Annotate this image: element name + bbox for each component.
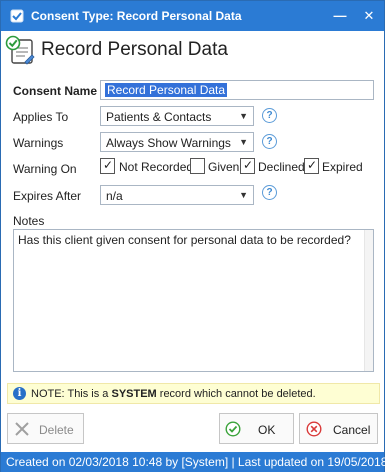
given-checkbox[interactable]	[190, 158, 205, 174]
window-title: Consent Type: Record Personal Data	[31, 9, 242, 23]
expires-after-dropdown[interactable]: n/a ▼	[100, 185, 254, 205]
ok-button[interactable]: OK	[219, 413, 294, 444]
title-bar[interactable]: Consent Type: Record Personal Data — ✕	[1, 1, 384, 31]
not-recorded-checkbox[interactable]: ✓	[100, 158, 115, 174]
notice-emphasis: SYSTEM	[111, 388, 157, 400]
consent-name-value: Record Personal Data	[105, 83, 228, 97]
close-button[interactable]: ✕	[354, 1, 384, 31]
not-recorded-label: Not Recorded	[119, 160, 194, 174]
system-record-notice: i NOTE: This is a SYSTEM record which ca…	[7, 383, 380, 404]
ok-button-label: OK	[258, 423, 276, 437]
notes-label: Notes	[13, 214, 45, 228]
delete-x-icon	[14, 421, 30, 440]
declined-label: Declined	[258, 160, 305, 174]
expires-after-value: n/a	[106, 189, 123, 203]
chevron-down-icon: ▼	[239, 190, 248, 200]
applies-to-label: Applies To	[13, 110, 69, 124]
consent-document-icon	[5, 35, 35, 68]
check-circle-icon	[225, 421, 241, 440]
applies-to-dropdown[interactable]: Patients & Contacts ▼	[100, 106, 254, 126]
notes-textarea[interactable]: Has this client given consent for person…	[13, 229, 374, 372]
delete-button-label: Delete	[39, 423, 74, 437]
given-label: Given	[208, 160, 240, 174]
notes-scrollbar[interactable]	[364, 230, 373, 371]
chevron-down-icon: ▼	[239, 137, 248, 147]
status-bar: Created on 02/03/2018 10:48 by [System] …	[1, 452, 385, 472]
applies-to-value: Patients & Contacts	[106, 110, 212, 124]
warnings-value: Always Show Warnings	[106, 136, 231, 150]
warnings-label: Warnings	[13, 136, 64, 150]
cancel-button[interactable]: Cancel	[299, 413, 378, 444]
help-icon[interactable]: ?	[262, 185, 277, 200]
notice-suffix: record which cannot be deleted.	[156, 388, 316, 400]
checkmark-icon: ✓	[103, 158, 114, 172]
app-icon	[10, 9, 24, 26]
expired-checkbox[interactable]: ✓	[304, 158, 319, 174]
checkmark-icon: ✓	[243, 158, 254, 172]
declined-checkbox[interactable]: ✓	[240, 158, 255, 174]
delete-button[interactable]: Delete	[7, 413, 84, 444]
consent-name-input[interactable]: Record Personal Data	[100, 80, 374, 100]
minimize-button[interactable]: —	[325, 1, 355, 31]
consent-type-dialog: Consent Type: Record Personal Data — ✕ R…	[0, 0, 385, 472]
help-icon[interactable]: ?	[262, 108, 277, 123]
warning-on-label: Warning On	[13, 162, 77, 176]
help-icon[interactable]: ?	[262, 134, 277, 149]
consent-name-label: Consent Name	[13, 84, 98, 98]
notes-text: Has this client given consent for person…	[18, 233, 351, 247]
cancel-button-label: Cancel	[333, 423, 371, 437]
status-text: Created on 02/03/2018 10:48 by [System] …	[6, 455, 385, 469]
expired-label: Expired	[322, 160, 363, 174]
warnings-dropdown[interactable]: Always Show Warnings ▼	[100, 132, 254, 152]
dialog-header: Record Personal Data	[1, 31, 384, 71]
expires-after-label: Expires After	[13, 189, 82, 203]
cancel-circle-icon	[306, 421, 322, 440]
info-icon: i	[13, 387, 26, 400]
chevron-down-icon: ▼	[239, 111, 248, 121]
page-title: Record Personal Data	[41, 39, 228, 60]
notice-prefix: NOTE: This is a	[31, 388, 112, 400]
notice-text: NOTE: This is a SYSTEM record which cann…	[31, 388, 316, 400]
checkmark-icon: ✓	[307, 158, 318, 172]
